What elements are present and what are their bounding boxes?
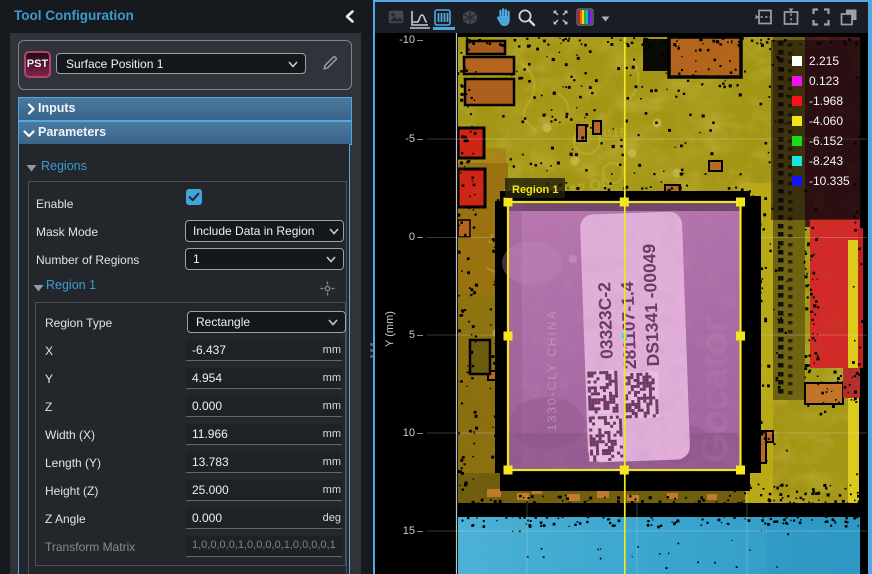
svg-text:DS1341 -00049: DS1341 -00049 <box>639 243 663 366</box>
svg-text:u18: u18 <box>603 124 627 140</box>
svg-text:281107-1.4: 281107-1.4 <box>617 281 640 369</box>
svg-text:Region 1: Region 1 <box>512 184 558 196</box>
svg-text:Gocator: Gocator <box>694 317 736 463</box>
svg-text:03323C-2: 03323C-2 <box>594 282 617 360</box>
svg-text:1330-CLY CHINA: 1330-CLY CHINA <box>545 309 559 431</box>
